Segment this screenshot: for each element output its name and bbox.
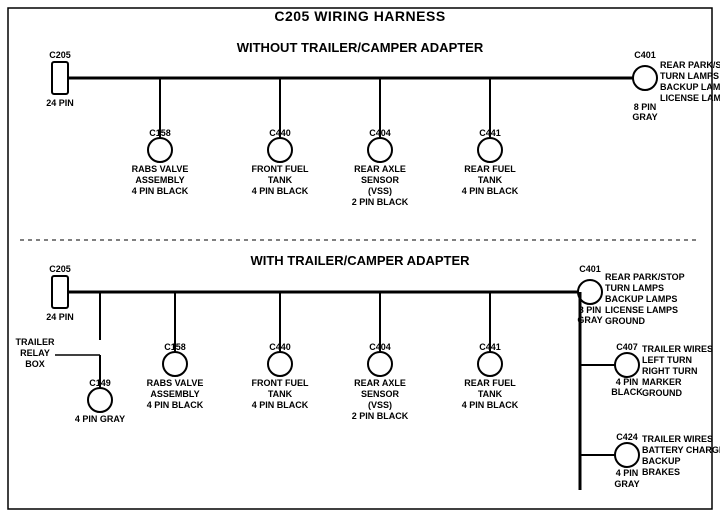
s2-c440-l2: TANK bbox=[268, 389, 293, 399]
s1-left-id: C205 bbox=[49, 50, 71, 60]
s2-c440-l3: 4 PIN BLACK bbox=[252, 400, 309, 410]
s1-right-pins: 8 PIN bbox=[634, 102, 657, 112]
s1-c440-id: C440 bbox=[269, 128, 291, 138]
s2-c441-l2: TANK bbox=[478, 389, 503, 399]
section2-title: WITH TRAILER/CAMPER ADAPTER bbox=[250, 253, 470, 268]
s2-left-pins: 24 PIN bbox=[46, 312, 74, 322]
s1-c441-l1: REAR FUEL bbox=[464, 164, 516, 174]
s1-c404-id: C404 bbox=[369, 128, 391, 138]
s2-c424-id: C424 bbox=[616, 432, 638, 442]
s2-c404-l4: 2 PIN BLACK bbox=[352, 411, 409, 421]
s2-c440-l1: FRONT FUEL bbox=[252, 378, 309, 388]
s2-right-id: C401 bbox=[579, 264, 601, 274]
s1-c158-id: C158 bbox=[149, 128, 171, 138]
s2-c440-id: C440 bbox=[269, 342, 291, 352]
s2-c424-desc4: BRAKES bbox=[642, 467, 680, 477]
s2-c407-id: C407 bbox=[616, 342, 638, 352]
s2-c407-desc4: MARKER bbox=[642, 377, 682, 387]
s1-c441-id: C441 bbox=[479, 128, 501, 138]
s1-c404-l3: (VSS) bbox=[368, 186, 392, 196]
s1-right-desc1: REAR PARK/STOP bbox=[660, 60, 720, 70]
s2-c158-l2: ASSEMBLY bbox=[150, 389, 199, 399]
s1-c440-l2: TANK bbox=[268, 175, 293, 185]
s2-c407-desc3: RIGHT TURN bbox=[642, 366, 698, 376]
s1-c440-l3: 4 PIN BLACK bbox=[252, 186, 309, 196]
s1-c158-l1: RABS VALVE bbox=[132, 164, 189, 174]
diagram-container: C205 WIRING HARNESS WITHOUT TRAILER/CAMP… bbox=[0, 0, 720, 517]
s2-c424-color: GRAY bbox=[614, 479, 639, 489]
s1-c441-l3: 4 PIN BLACK bbox=[462, 186, 519, 196]
s2-c424-desc3: BACKUP bbox=[642, 456, 681, 466]
s2-c404-l1: REAR AXLE bbox=[354, 378, 406, 388]
s2-c407-desc1: TRAILER WIRES bbox=[642, 344, 713, 354]
s1-right-color: GRAY bbox=[632, 112, 657, 122]
s2-c441-id: C441 bbox=[479, 342, 501, 352]
s2-trailer-label3: BOX bbox=[25, 359, 45, 369]
s2-c158-l1: RABS VALVE bbox=[147, 378, 204, 388]
s2-c149-id: C149 bbox=[89, 378, 111, 388]
s2-c424-desc1: TRAILER WIRES bbox=[642, 434, 713, 444]
s2-c407-color: BLACK bbox=[611, 387, 643, 397]
s2-c441-l1: REAR FUEL bbox=[464, 378, 516, 388]
s2-c158-id: C158 bbox=[164, 342, 186, 352]
s2-c407-pins: 4 PIN bbox=[616, 377, 639, 387]
s2-right-desc2: TURN LAMPS bbox=[605, 283, 664, 293]
s2-c424-pins: 4 PIN bbox=[616, 468, 639, 478]
s2-c404-l2: SENSOR bbox=[361, 389, 400, 399]
s2-trailer-label2: RELAY bbox=[20, 348, 50, 358]
s1-c404-l2: SENSOR bbox=[361, 175, 400, 185]
s2-c407-desc5: GROUND bbox=[642, 388, 682, 398]
s2-c424-desc2: BATTERY CHARGE bbox=[642, 445, 720, 455]
s2-trailer-label1: TRAILER bbox=[16, 337, 55, 347]
s2-right-desc5: GROUND bbox=[605, 316, 645, 326]
s2-right-desc1: REAR PARK/STOP bbox=[605, 272, 685, 282]
section1-title: WITHOUT TRAILER/CAMPER ADAPTER bbox=[237, 40, 484, 55]
s1-c440-l1: FRONT FUEL bbox=[252, 164, 309, 174]
s1-c404-l4: 2 PIN BLACK bbox=[352, 197, 409, 207]
s2-c149-pins: 4 PIN GRAY bbox=[75, 414, 125, 424]
s1-left-pins: 24 PIN bbox=[46, 98, 74, 108]
s1-right-desc3: BACKUP LAMPS bbox=[660, 82, 720, 92]
s2-right-desc4: LICENSE LAMPS bbox=[605, 305, 678, 315]
s2-c404-l3: (VSS) bbox=[368, 400, 392, 410]
s1-c158-l2: ASSEMBLY bbox=[135, 175, 184, 185]
s1-right-id: C401 bbox=[634, 50, 656, 60]
s1-c441-l2: TANK bbox=[478, 175, 503, 185]
s2-c404-id: C404 bbox=[369, 342, 391, 352]
s2-c407-desc2: LEFT TURN bbox=[642, 355, 692, 365]
s1-right-desc4: LICENSE LAMPS bbox=[660, 93, 720, 103]
s1-c404-l1: REAR AXLE bbox=[354, 164, 406, 174]
s2-right-pins: 8 PIN bbox=[579, 305, 602, 315]
s2-left-id: C205 bbox=[49, 264, 71, 274]
s2-c158-l3: 4 PIN BLACK bbox=[147, 400, 204, 410]
s1-right-desc2: TURN LAMPS bbox=[660, 71, 719, 81]
s1-c158-l3: 4 PIN BLACK bbox=[132, 186, 189, 196]
s2-c441-l3: 4 PIN BLACK bbox=[462, 400, 519, 410]
s2-right-desc3: BACKUP LAMPS bbox=[605, 294, 677, 304]
